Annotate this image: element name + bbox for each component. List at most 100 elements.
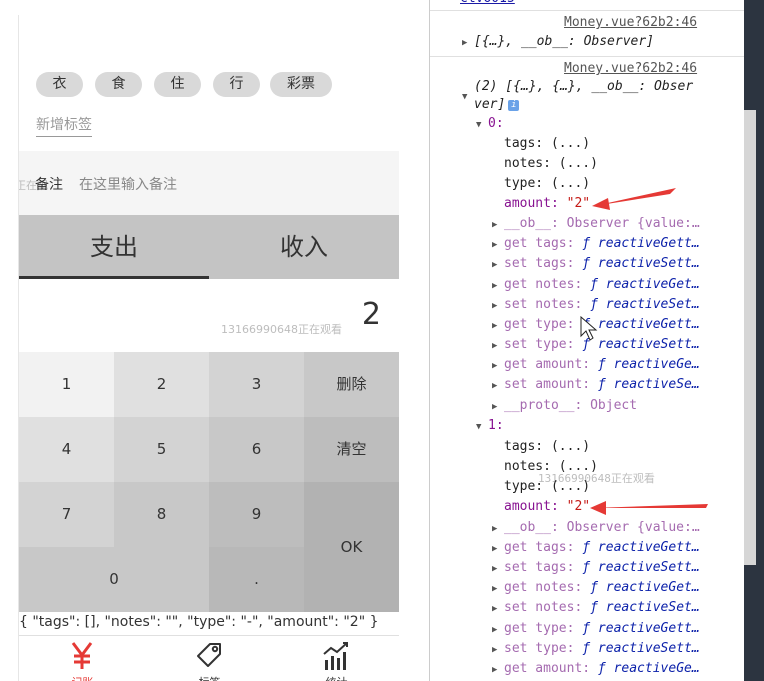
expand-arrow-icon[interactable]: ▶: [492, 381, 497, 391]
key-1[interactable]: 1: [19, 352, 114, 417]
expand-arrow-icon[interactable]: ▶: [492, 260, 497, 270]
log2-summary-line1[interactable]: (2) [{…}, {…}, __ob__: Obser: [474, 77, 693, 97]
notes-row: 正在观 备注 在这里输入备注: [19, 151, 399, 215]
item1-get-amount[interactable]: get amount: ƒ reactiveGe…: [504, 659, 700, 679]
amount-output: 13166990648正在观看 2: [19, 279, 399, 352]
item1-type[interactable]: type: (...): [504, 477, 590, 497]
expand-arrow-icon[interactable]: ▶: [462, 38, 467, 48]
expand-arrow-icon[interactable]: ▶: [492, 524, 497, 534]
item0-set-notes[interactable]: set notes: ƒ reactiveSet…: [504, 295, 700, 315]
nav-stats[interactable]: 统计: [273, 636, 399, 681]
clear-key[interactable]: 清空: [304, 417, 399, 482]
new-tag-button[interactable]: 新增标签: [36, 114, 92, 137]
yen-icon: [71, 642, 93, 669]
expand-arrow-icon[interactable]: ▶: [492, 402, 497, 412]
collapse-arrow-icon[interactable]: ▼: [476, 422, 481, 432]
item1-set-type[interactable]: set type: ƒ reactiveSett…: [504, 639, 700, 659]
log2-summary-line2[interactable]: ver] i: [474, 95, 520, 115]
devtools-console: ctvo015 Money.vue?62b2:46 ▶ [{…}, __ob__…: [429, 0, 764, 681]
item1-get-tags[interactable]: get tags: ƒ reactiveGett…: [504, 538, 700, 558]
expand-arrow-icon[interactable]: ▶: [492, 665, 497, 675]
delete-key[interactable]: 删除: [304, 352, 399, 417]
ok-key[interactable]: OK: [304, 482, 399, 612]
expand-arrow-icon[interactable]: ▶: [492, 240, 497, 250]
nav-record[interactable]: 记账: [19, 636, 146, 681]
key-3[interactable]: 3: [209, 352, 304, 417]
log1-source-link[interactable]: Money.vue?62b2:46: [564, 15, 697, 30]
item0-get-tags[interactable]: get tags: ƒ reactiveGett…: [504, 234, 700, 254]
item1-set-notes[interactable]: set notes: ƒ reactiveSet…: [504, 598, 700, 618]
expand-arrow-icon[interactable]: ▶: [492, 544, 497, 554]
dot-key[interactable]: .: [209, 547, 304, 612]
key-7[interactable]: 7: [19, 482, 114, 547]
expand-arrow-icon[interactable]: ▶: [492, 645, 497, 655]
nav-tags-label: 标签: [146, 674, 273, 681]
item1-set-tags[interactable]: set tags: ƒ reactiveSett…: [504, 558, 700, 578]
tab-expense[interactable]: 支出: [19, 215, 209, 279]
collapse-arrow-icon[interactable]: ▼: [476, 120, 481, 130]
item0-tags[interactable]: tags: (...): [504, 134, 590, 154]
tag-lottery[interactable]: 彩票: [270, 72, 332, 97]
key-5[interactable]: 5: [114, 417, 209, 482]
key-0[interactable]: 0: [19, 547, 209, 612]
tags-section: 衣 食 住 行 彩票 新增标签: [19, 15, 399, 151]
item0-get-type[interactable]: get type: ƒ reactiveGett…: [504, 315, 700, 335]
type-tabs: 支出 收入: [19, 215, 399, 279]
previous-log-link[interactable]: ctvo015: [460, 0, 515, 6]
item0-index[interactable]: 0:: [488, 114, 504, 134]
expand-arrow-icon[interactable]: ▶: [492, 281, 497, 291]
tab-income[interactable]: 收入: [209, 215, 399, 279]
log-separator: [430, 10, 744, 11]
item0-set-tags[interactable]: set tags: ƒ reactiveSett…: [504, 254, 700, 274]
key-2[interactable]: 2: [114, 352, 209, 417]
notes-input[interactable]: 在这里输入备注: [79, 174, 177, 194]
expand-arrow-icon[interactable]: ▶: [492, 604, 497, 614]
info-icon[interactable]: i: [508, 100, 520, 111]
item0-get-amount[interactable]: get amount: ƒ reactiveGe…: [504, 355, 700, 375]
item0-observer[interactable]: __ob__: Observer {value:…: [504, 214, 700, 234]
item1-index[interactable]: 1:: [488, 416, 504, 436]
tag-food[interactable]: 食: [95, 72, 142, 97]
collapse-arrow-icon[interactable]: ▼: [462, 92, 467, 102]
key-8[interactable]: 8: [114, 482, 209, 547]
expand-arrow-icon[interactable]: ▶: [492, 584, 497, 594]
tag-housing[interactable]: 住: [154, 72, 201, 97]
divider-gap: [399, 0, 429, 681]
item1-amount[interactable]: amount: "2": [504, 497, 590, 517]
nav-record-label: 记账: [19, 674, 146, 681]
item0-type[interactable]: type: (...): [504, 174, 590, 194]
tag-clothing[interactable]: 衣: [36, 72, 83, 97]
nav-stats-label: 统计: [273, 674, 399, 681]
item1-tags[interactable]: tags: (...): [504, 437, 590, 457]
item0-amount[interactable]: amount: "2": [504, 194, 590, 214]
item0-set-amount[interactable]: set amount: ƒ reactiveSe…: [504, 375, 700, 395]
item0-notes[interactable]: notes: (...): [504, 154, 598, 174]
item0-get-notes[interactable]: get notes: ƒ reactiveGet…: [504, 275, 700, 295]
key-4[interactable]: 4: [19, 417, 114, 482]
mouse-cursor-icon: [580, 316, 598, 341]
log1-summary[interactable]: [{…}, __ob__: Observer]: [474, 32, 654, 52]
item1-get-notes[interactable]: get notes: ƒ reactiveGet…: [504, 578, 700, 598]
key-9[interactable]: 9: [209, 482, 304, 547]
item0-set-type[interactable]: set type: ƒ reactiveSett…: [504, 335, 700, 355]
expand-arrow-icon[interactable]: ▶: [492, 301, 497, 311]
expand-arrow-icon[interactable]: ▶: [492, 341, 497, 351]
item1-get-type[interactable]: get type: ƒ reactiveGett…: [504, 619, 700, 639]
tag-transport[interactable]: 行: [213, 72, 260, 97]
expand-arrow-icon[interactable]: ▶: [492, 361, 497, 371]
key-6[interactable]: 6: [209, 417, 304, 482]
chart-icon: [323, 642, 348, 670]
watermark: 13166990648正在观看: [221, 323, 342, 336]
expand-arrow-icon[interactable]: ▶: [492, 220, 497, 230]
scrollbar-track[interactable]: [744, 0, 764, 681]
log2-source-link[interactable]: Money.vue?62b2:46: [564, 61, 697, 76]
scrollbar-thumb[interactable]: [744, 110, 756, 565]
item0-proto[interactable]: __proto__: Object: [504, 396, 637, 416]
notes-label: 备注: [35, 177, 63, 193]
expand-arrow-icon[interactable]: ▶: [492, 564, 497, 574]
expand-arrow-icon[interactable]: ▶: [492, 321, 497, 331]
tag-icon: [197, 643, 221, 667]
nav-tags[interactable]: 标签: [146, 636, 273, 681]
expand-arrow-icon[interactable]: ▶: [492, 625, 497, 635]
item1-observer[interactable]: __ob__: Observer {value:…: [504, 518, 700, 538]
